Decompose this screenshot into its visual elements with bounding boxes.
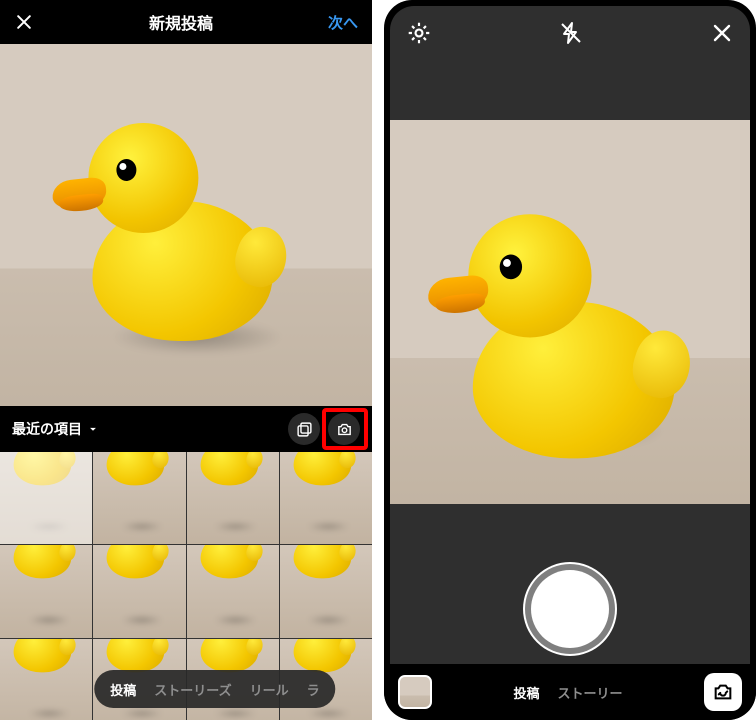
- composer-header: 新規投稿 次へ: [0, 0, 372, 44]
- flash-off-icon: [559, 21, 583, 45]
- mode-tab[interactable]: ストーリーズ: [154, 680, 231, 699]
- media-thumb[interactable]: [0, 452, 92, 544]
- source-label: 最近の項目: [12, 419, 82, 439]
- media-thumb[interactable]: [280, 452, 372, 544]
- camera-mode-tabs: 投稿ストーリー: [450, 683, 686, 702]
- close-icon[interactable]: [14, 12, 34, 32]
- next-button[interactable]: 次へ: [328, 12, 358, 33]
- post-composer-screen: 新規投稿 次へ 最近の項目 投稿ストーリーズリールラ: [0, 0, 372, 720]
- close-icon: [710, 21, 734, 45]
- shutter-button[interactable]: [531, 570, 609, 648]
- header-title: 新規投稿: [34, 10, 328, 34]
- mode-tab[interactable]: ラ: [307, 680, 320, 699]
- gear-icon: [406, 20, 432, 46]
- camera-screen: 投稿ストーリー: [384, 0, 756, 720]
- flash-toggle[interactable]: [559, 21, 583, 45]
- media-thumb[interactable]: [0, 639, 92, 720]
- camera-flip-icon: [712, 681, 734, 703]
- settings-button[interactable]: [406, 20, 432, 46]
- chevron-down-icon: [86, 422, 100, 436]
- mode-tabs: 投稿ストーリーズリールラ: [94, 670, 335, 708]
- camera-viewfinder: [390, 120, 750, 504]
- camera-bottom-bar: 投稿ストーリー: [384, 664, 756, 720]
- camera-flip-button[interactable]: [704, 673, 742, 711]
- camera-icon: [336, 421, 353, 438]
- mode-tab[interactable]: 投稿: [110, 680, 136, 699]
- selected-media-preview[interactable]: [0, 44, 372, 406]
- mode-tab[interactable]: リール: [250, 680, 289, 699]
- camera-mode-tab[interactable]: 投稿: [513, 683, 539, 702]
- source-picker[interactable]: 最近の項目: [12, 419, 100, 439]
- camera-close-button[interactable]: [710, 21, 734, 45]
- media-thumb[interactable]: [280, 545, 372, 637]
- multi-select-icon: [296, 421, 313, 438]
- gallery-thumb[interactable]: [398, 675, 432, 709]
- camera-top-bar: [390, 6, 750, 60]
- preview-scene: [0, 44, 372, 406]
- camera-mode-tab[interactable]: ストーリー: [558, 683, 623, 702]
- media-thumb[interactable]: [93, 452, 185, 544]
- camera-body: [390, 6, 750, 714]
- media-thumb[interactable]: [187, 545, 279, 637]
- media-thumb[interactable]: [93, 545, 185, 637]
- source-bar: 最近の項目: [0, 406, 372, 452]
- media-thumb[interactable]: [187, 452, 279, 544]
- camera-button[interactable]: [328, 413, 360, 445]
- multi-select-button[interactable]: [288, 413, 320, 445]
- viewfinder-scene: [390, 120, 750, 504]
- media-thumb[interactable]: [0, 545, 92, 637]
